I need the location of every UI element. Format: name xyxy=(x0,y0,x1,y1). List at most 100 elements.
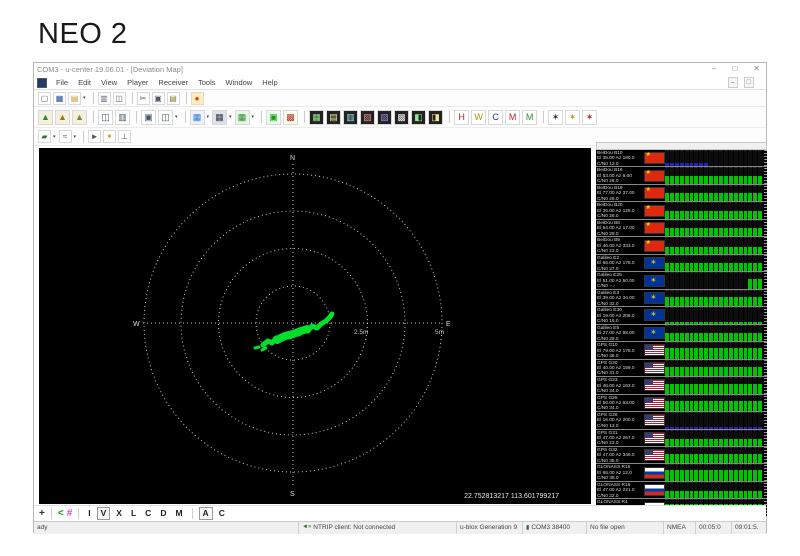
export-csv-button[interactable]: ▲ xyxy=(72,110,87,125)
full-screen-button[interactable]: ◨ xyxy=(428,110,443,125)
child-minimize-button[interactable]: – xyxy=(728,77,738,88)
cn0-bar xyxy=(709,464,713,480)
cn0-bar xyxy=(675,482,679,498)
print-preview-button[interactable]: ◫ xyxy=(113,92,126,105)
new-view-button[interactable]: ◫ xyxy=(158,110,173,125)
settings-a-button[interactable]: ✶ xyxy=(548,110,563,125)
cn0-bar xyxy=(739,237,743,253)
hot-start-button[interactable]: H xyxy=(454,110,469,125)
cn0-bar xyxy=(690,325,694,341)
statistic-view-button[interactable]: ▨ xyxy=(377,110,392,125)
cn0-history-bars xyxy=(665,272,767,288)
filter-letter-m-button[interactable]: M xyxy=(172,508,185,519)
deviation-map-window-icon[interactable] xyxy=(37,78,47,88)
packet-console-button[interactable]: ▣ xyxy=(266,110,281,125)
message-view-button[interactable]: ▩ xyxy=(283,110,298,125)
cn0-bar xyxy=(734,185,738,201)
cn0-bar xyxy=(699,255,703,271)
filter-letter-i-button[interactable]: I xyxy=(85,508,93,519)
satellite-row: BeiDou B10El 35.00 Az 180.0C/N0 13.0 xyxy=(596,150,767,167)
export-kml-button[interactable]: ▲ xyxy=(55,110,70,125)
settings-b-button[interactable]: ✶ xyxy=(565,110,580,125)
satellite-flag-box xyxy=(643,290,665,306)
open-button[interactable]: ▤ xyxy=(68,92,81,105)
chart-view-button[interactable]: ▦ xyxy=(190,110,205,125)
menu-item-file[interactable]: File xyxy=(51,78,73,87)
satellite-info: GPS G10El 79.00 Az 178.0C/N0 36.0 xyxy=(596,342,643,358)
open-dropdown-caret[interactable]: ▾ xyxy=(83,95,86,101)
chart-view-dropdown-caret[interactable]: ▾ xyxy=(207,114,210,120)
ublox-logo-button[interactable]: ● xyxy=(191,92,204,105)
menu-item-player[interactable]: Player xyxy=(122,78,153,87)
camera-view-button[interactable]: ▦ xyxy=(212,110,227,125)
reset-receiver-button[interactable]: M xyxy=(505,110,520,125)
cn0-bar xyxy=(729,255,733,271)
filter-letter-x-button[interactable]: X xyxy=(113,508,125,519)
filter-letter-c-button[interactable]: C xyxy=(142,508,154,519)
child-restore-button[interactable]: □ xyxy=(744,77,754,88)
cut-button[interactable]: ✂ xyxy=(137,92,150,105)
settings-c-button[interactable]: ✶ xyxy=(582,110,597,125)
assist-now-button[interactable]: ✶ xyxy=(103,130,116,143)
cn0-bar xyxy=(724,167,728,183)
auto-detect-button[interactable]: ► xyxy=(88,130,101,143)
new-view-dropdown-caret[interactable]: ▾ xyxy=(175,114,178,120)
filter-letter-v-button[interactable]: V xyxy=(97,507,111,520)
save-button[interactable]: ▦ xyxy=(53,92,66,105)
cn0-bar xyxy=(675,395,679,411)
paste-button[interactable]: ▤ xyxy=(167,92,180,105)
binary-console-button[interactable]: ▦ xyxy=(309,110,324,125)
cn0-bar xyxy=(758,447,762,463)
grid-view-icon[interactable]: # xyxy=(67,508,73,520)
close-button[interactable]: ✕ xyxy=(753,63,760,75)
connect-port-button[interactable]: ▰ xyxy=(38,130,51,143)
menu-item-receiver[interactable]: Receiver xyxy=(153,78,193,87)
filter-letter-c-button[interactable]: C xyxy=(216,508,228,519)
cold-start-button[interactable]: C xyxy=(488,110,503,125)
angle-view-icon[interactable]: < xyxy=(58,508,64,520)
maximize-button[interactable]: □ xyxy=(732,63,737,75)
map-view-dropdown-caret[interactable]: ▾ xyxy=(252,114,255,120)
baudrate-button[interactable]: ≈ xyxy=(59,130,72,143)
map-view-button[interactable]: ▦ xyxy=(235,110,250,125)
filter-letter-d-button[interactable]: D xyxy=(157,508,169,519)
cn0-bar xyxy=(694,447,698,463)
camera-view-dropdown-caret[interactable]: ▾ xyxy=(229,114,232,120)
copy-button[interactable]: ▣ xyxy=(152,92,165,105)
cn0-bar xyxy=(680,377,684,393)
tile-vertical-button[interactable]: ▥ xyxy=(115,110,130,125)
minimize-button[interactable]: – xyxy=(712,63,716,75)
close-view-button[interactable]: ▣ xyxy=(141,110,156,125)
menu-item-edit[interactable]: Edit xyxy=(73,78,96,87)
menu-item-help[interactable]: Help xyxy=(257,78,282,87)
cn0-bar xyxy=(724,377,728,393)
title-bar[interactable]: COM3 - u-center 19.06.01 - [Deviation Ma… xyxy=(34,63,766,76)
tile-horizontal-button[interactable]: ◫ xyxy=(98,110,113,125)
messages-view-button[interactable]: ▥ xyxy=(343,110,358,125)
configure-view-button[interactable]: ▧ xyxy=(360,110,375,125)
warm-start-button[interactable]: W xyxy=(471,110,486,125)
cn0-bar xyxy=(670,342,674,358)
filter-letter-a-button[interactable]: A xyxy=(199,507,213,520)
docking-window-button[interactable]: ◧ xyxy=(411,110,426,125)
text-console-button[interactable]: ▤ xyxy=(326,110,341,125)
cn0-bar xyxy=(709,290,713,306)
antenna-button[interactable]: ⊥ xyxy=(118,130,131,143)
cn0-bar xyxy=(758,255,762,271)
filter-letter-l-button[interactable]: L xyxy=(128,508,139,519)
menu-item-tools[interactable]: Tools xyxy=(193,78,221,87)
new-file-button[interactable]: ▢ xyxy=(38,92,51,105)
connect-port-dropdown-caret[interactable]: ▾ xyxy=(53,134,56,140)
export-gpx-button[interactable]: ▲ xyxy=(38,110,53,125)
satellite-panel-scrollbar[interactable] xyxy=(596,142,767,150)
status-port-text: COM3 38400 xyxy=(531,524,570,534)
cn0-bar xyxy=(729,377,733,393)
menu-item-view[interactable]: View xyxy=(96,78,122,87)
reload-config-button[interactable]: M xyxy=(522,110,537,125)
table-view-button[interactable]: ▩ xyxy=(394,110,409,125)
print-button[interactable]: ▥ xyxy=(98,92,111,105)
cn0-history-bars xyxy=(665,360,767,376)
baudrate-dropdown-caret[interactable]: ▾ xyxy=(74,134,77,140)
menu-item-window[interactable]: Window xyxy=(221,78,258,87)
move-cursor-icon[interactable]: + xyxy=(39,508,45,520)
